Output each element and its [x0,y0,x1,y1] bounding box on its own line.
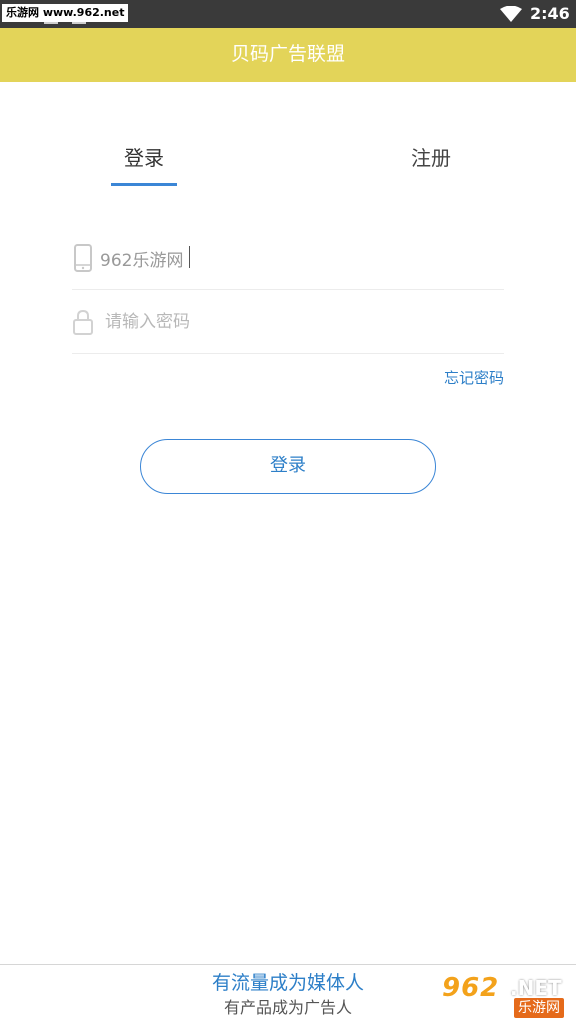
text-caret [189,246,190,268]
status-clock: 2:46 [530,4,570,23]
tab-login[interactable]: 登录 [111,140,177,180]
notification-icons [44,22,90,26]
watermark-tag: 乐游网 www.962.net [2,4,129,22]
app-bar: 贝码广告联盟 [0,28,576,82]
site-watermark-logo: 962 .NET 乐游网 [436,972,572,1020]
phone-icon [74,244,92,272]
phone-field [72,226,504,290]
password-input[interactable] [105,304,505,340]
phone-input[interactable] [100,240,500,276]
field-divider [72,353,504,354]
lock-icon [73,309,93,335]
forgot-password-link[interactable]: 忘记密码 [420,366,504,390]
footer-divider [0,964,576,965]
password-field [72,290,505,354]
watermark-cn: 乐游网 [514,998,564,1018]
login-button[interactable]: 登录 [140,439,436,494]
watermark-number: 962 [442,973,500,1003]
wifi-icon [500,6,522,22]
active-tab-indicator [111,183,177,186]
watermark-suffix: .NET [510,976,562,1000]
app-title: 贝码广告联盟 [230,43,345,65]
status-bar: 乐游网 www.962.net 2:46 [0,0,576,28]
tab-register[interactable]: 注册 [398,140,464,180]
